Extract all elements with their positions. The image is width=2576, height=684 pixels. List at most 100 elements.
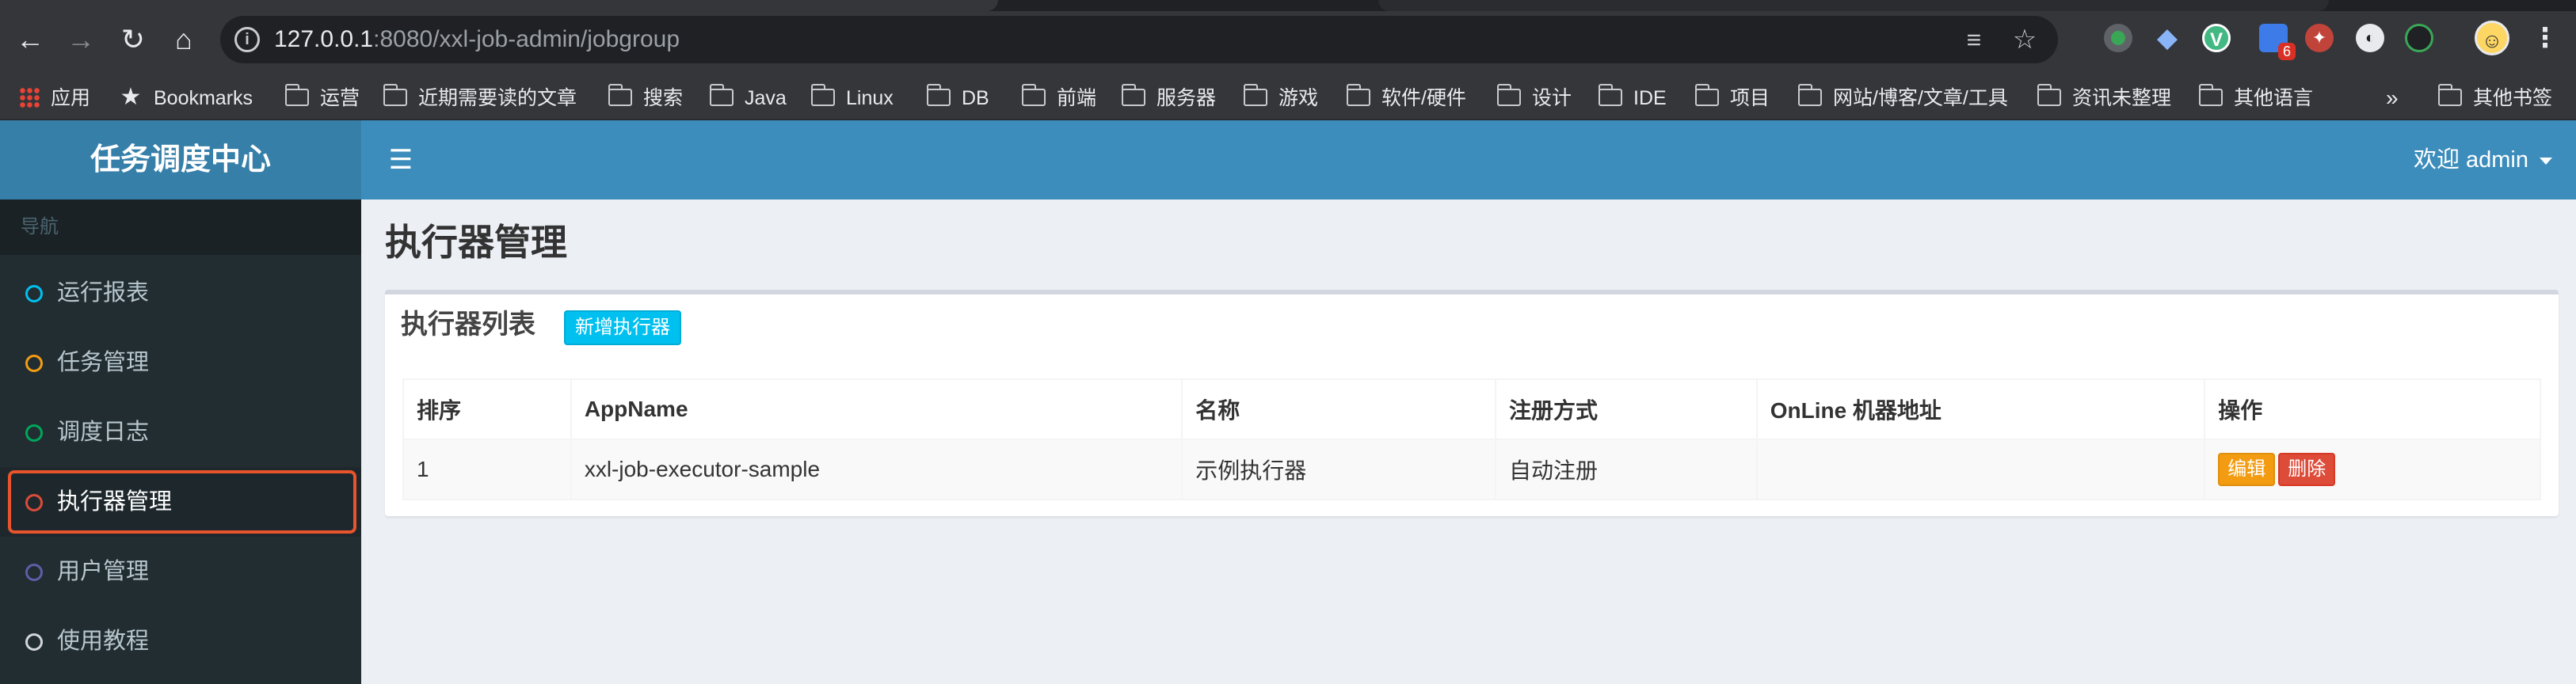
- bookmark-label: 运营: [320, 87, 360, 109]
- forward-arrow-icon[interactable]: →: [60, 19, 101, 60]
- folder-icon: [1021, 84, 1046, 107]
- folder-icon: [926, 84, 951, 107]
- table-header-row: 排序 AppName 名称 注册方式 OnLine 机器地址 操作: [402, 378, 2541, 440]
- address-bar[interactable]: i 127.0.0.1:8080/xxl-job-admin/jobgroup …: [220, 16, 2058, 63]
- background-tab[interactable]: [1378, 0, 2329, 11]
- bookmark-item[interactable]: IDE: [1598, 76, 1667, 120]
- extension-blocks-icon[interactable]: 6: [2259, 24, 2296, 60]
- caret-down-icon: [2540, 157, 2552, 165]
- bookmark-item[interactable]: 近期需要读的文章: [383, 76, 577, 120]
- extension-badge: 6: [2277, 43, 2296, 60]
- cell-actions: 编辑 删除: [2204, 439, 2541, 500]
- bookmark-label: IDE: [1633, 87, 1667, 109]
- back-arrow-icon[interactable]: ←: [10, 19, 51, 60]
- bookmark-star-icon[interactable]: ☆: [2009, 24, 2041, 55]
- table-row: 1 xxl-job-executor-sample 示例执行器 自动注册 编辑 删除: [402, 439, 2541, 500]
- add-executor-button[interactable]: 新增执行器: [564, 310, 681, 345]
- sidebar: 导航 运行报表 任务管理 调度日志 执行器管理 用户管理 使用教程: [0, 200, 361, 684]
- column-header: 名称: [1181, 378, 1496, 440]
- sidebar-item-job-manage[interactable]: 任务管理: [0, 328, 361, 397]
- bookmark-label: 项目: [1730, 87, 1770, 109]
- bookmark-label: 前端: [1057, 87, 1097, 109]
- app-navbar: ☰ 欢迎 admin: [361, 120, 2576, 200]
- bookmark-item[interactable]: DB: [926, 76, 989, 120]
- app-logo[interactable]: 任务调度中心: [0, 120, 361, 200]
- sidebar-item-job-log[interactable]: 调度日志: [0, 397, 361, 467]
- home-icon[interactable]: ⌂: [163, 19, 204, 60]
- bookmark-label: 服务器: [1157, 87, 1217, 109]
- cell-register: 自动注册: [1494, 439, 1758, 500]
- bookmark-item[interactable]: 其他书签: [2437, 76, 2553, 120]
- circle-icon: [25, 424, 43, 442]
- bookmark-label: 其他语言: [2234, 87, 2314, 109]
- star-icon: ★: [120, 84, 142, 111]
- extension-diamond-icon[interactable]: ◆: [2153, 24, 2182, 52]
- bookmark-label: 应用: [51, 87, 91, 109]
- url-text[interactable]: 127.0.0.1:8080/xxl-job-admin/jobgroup: [274, 25, 680, 54]
- user-menu-label: 欢迎 admin: [2413, 147, 2528, 173]
- main-content: 执行器管理 执行器列表 新增执行器 排序 AppName 名称 注册方式 OnLine …: [361, 200, 2576, 684]
- extension-white-icon[interactable]: ◐: [2356, 24, 2384, 52]
- sidebar-item-label: 运行报表: [57, 280, 150, 306]
- bookmark-item[interactable]: 软件/硬件: [1346, 76, 1466, 120]
- bookmark-item[interactable]: Linux: [810, 76, 894, 120]
- bookmark-item[interactable]: 设计: [1496, 76, 1572, 120]
- bookmark-label: 设计: [1532, 87, 1572, 109]
- bookmark-item[interactable]: 服务器: [1121, 76, 1217, 120]
- delete-button[interactable]: 删除: [2278, 453, 2336, 486]
- circle-icon: [25, 285, 43, 302]
- user-menu[interactable]: 欢迎 admin: [2414, 120, 2552, 200]
- circle-icon: [25, 494, 43, 511]
- bookmark-label: 网站/博客/文章/工具: [1833, 87, 2008, 109]
- folder-icon: [1496, 84, 1521, 107]
- extension-vue-icon[interactable]: V: [2202, 24, 2231, 52]
- browser-toolbar: ← → ↻ ⌂ i 127.0.0.1:8080/xxl-job-admin/j…: [0, 0, 2576, 76]
- sidebar-item-user-manage[interactable]: 用户管理: [0, 537, 361, 606]
- active-tab[interactable]: [0, 0, 998, 11]
- bookmark-item[interactable]: 项目: [1694, 76, 1770, 120]
- sidebar-item-dashboard[interactable]: 运行报表: [0, 258, 361, 328]
- extension-dark-icon[interactable]: [2405, 24, 2433, 52]
- apps-grid-icon: [19, 87, 40, 108]
- edit-button[interactable]: 编辑: [2218, 453, 2276, 486]
- bookmark-item[interactable]: 应用: [19, 76, 90, 120]
- reader-mode-icon[interactable]: ≡: [1958, 24, 1990, 55]
- bookmark-item[interactable]: 资讯未整理: [2037, 76, 2171, 120]
- bookmark-item[interactable]: 运营: [284, 76, 360, 120]
- folder-icon: [383, 84, 407, 107]
- executor-table: 排序 AppName 名称 注册方式 OnLine 机器地址 操作 1 xxl-job-ex…: [402, 378, 2541, 500]
- sidebar-item-label: 任务管理: [57, 350, 150, 375]
- folder-icon: [1243, 84, 1267, 107]
- bookmark-item[interactable]: 游戏: [1243, 76, 1319, 120]
- bookmark-label: 软件/硬件: [1381, 87, 1466, 109]
- bookmark-label: Linux: [846, 87, 894, 109]
- bookmark-label: 其他书签: [2473, 87, 2553, 109]
- bookmark-item[interactable]: ★ Bookmarks: [119, 76, 253, 120]
- cell-name: 示例执行器: [1181, 439, 1496, 500]
- sidebar-item-label: 使用教程: [57, 629, 150, 654]
- browser-menu-icon[interactable]: ⋮: [2532, 21, 2559, 55]
- bookmarks-overflow-button[interactable]: »: [2386, 76, 2399, 120]
- site-info-icon[interactable]: i: [234, 27, 260, 52]
- extension-green-dot-icon[interactable]: [2104, 24, 2132, 52]
- cell-appname: xxl-job-executor-sample: [570, 439, 1183, 500]
- sidebar-toggle-icon[interactable]: ☰: [383, 142, 418, 177]
- circle-icon: [25, 633, 43, 651]
- extension-red-icon[interactable]: ✦: [2305, 24, 2334, 52]
- sidebar-item-executor-manage[interactable]: 执行器管理: [0, 467, 361, 537]
- cell-online: [1755, 439, 2206, 500]
- bookmark-item[interactable]: Java: [709, 76, 787, 120]
- bookmark-item[interactable]: 网站/博客/文章/工具: [1797, 76, 2008, 120]
- reload-icon[interactable]: ↻: [112, 19, 154, 60]
- bookmark-label: Java: [745, 87, 787, 109]
- circle-icon: [25, 564, 43, 581]
- profile-avatar-icon[interactable]: ☺: [2475, 21, 2509, 55]
- bookmark-item[interactable]: 前端: [1021, 76, 1097, 120]
- bookmark-item[interactable]: 其他语言: [2198, 76, 2314, 120]
- box-title: 执行器列表: [401, 310, 535, 340]
- bookmark-label: 游戏: [1278, 87, 1319, 109]
- sidebar-item-help[interactable]: 使用教程: [0, 606, 361, 676]
- column-header: 排序: [402, 378, 572, 440]
- circle-icon: [25, 355, 43, 372]
- bookmark-item[interactable]: 搜索: [608, 76, 683, 120]
